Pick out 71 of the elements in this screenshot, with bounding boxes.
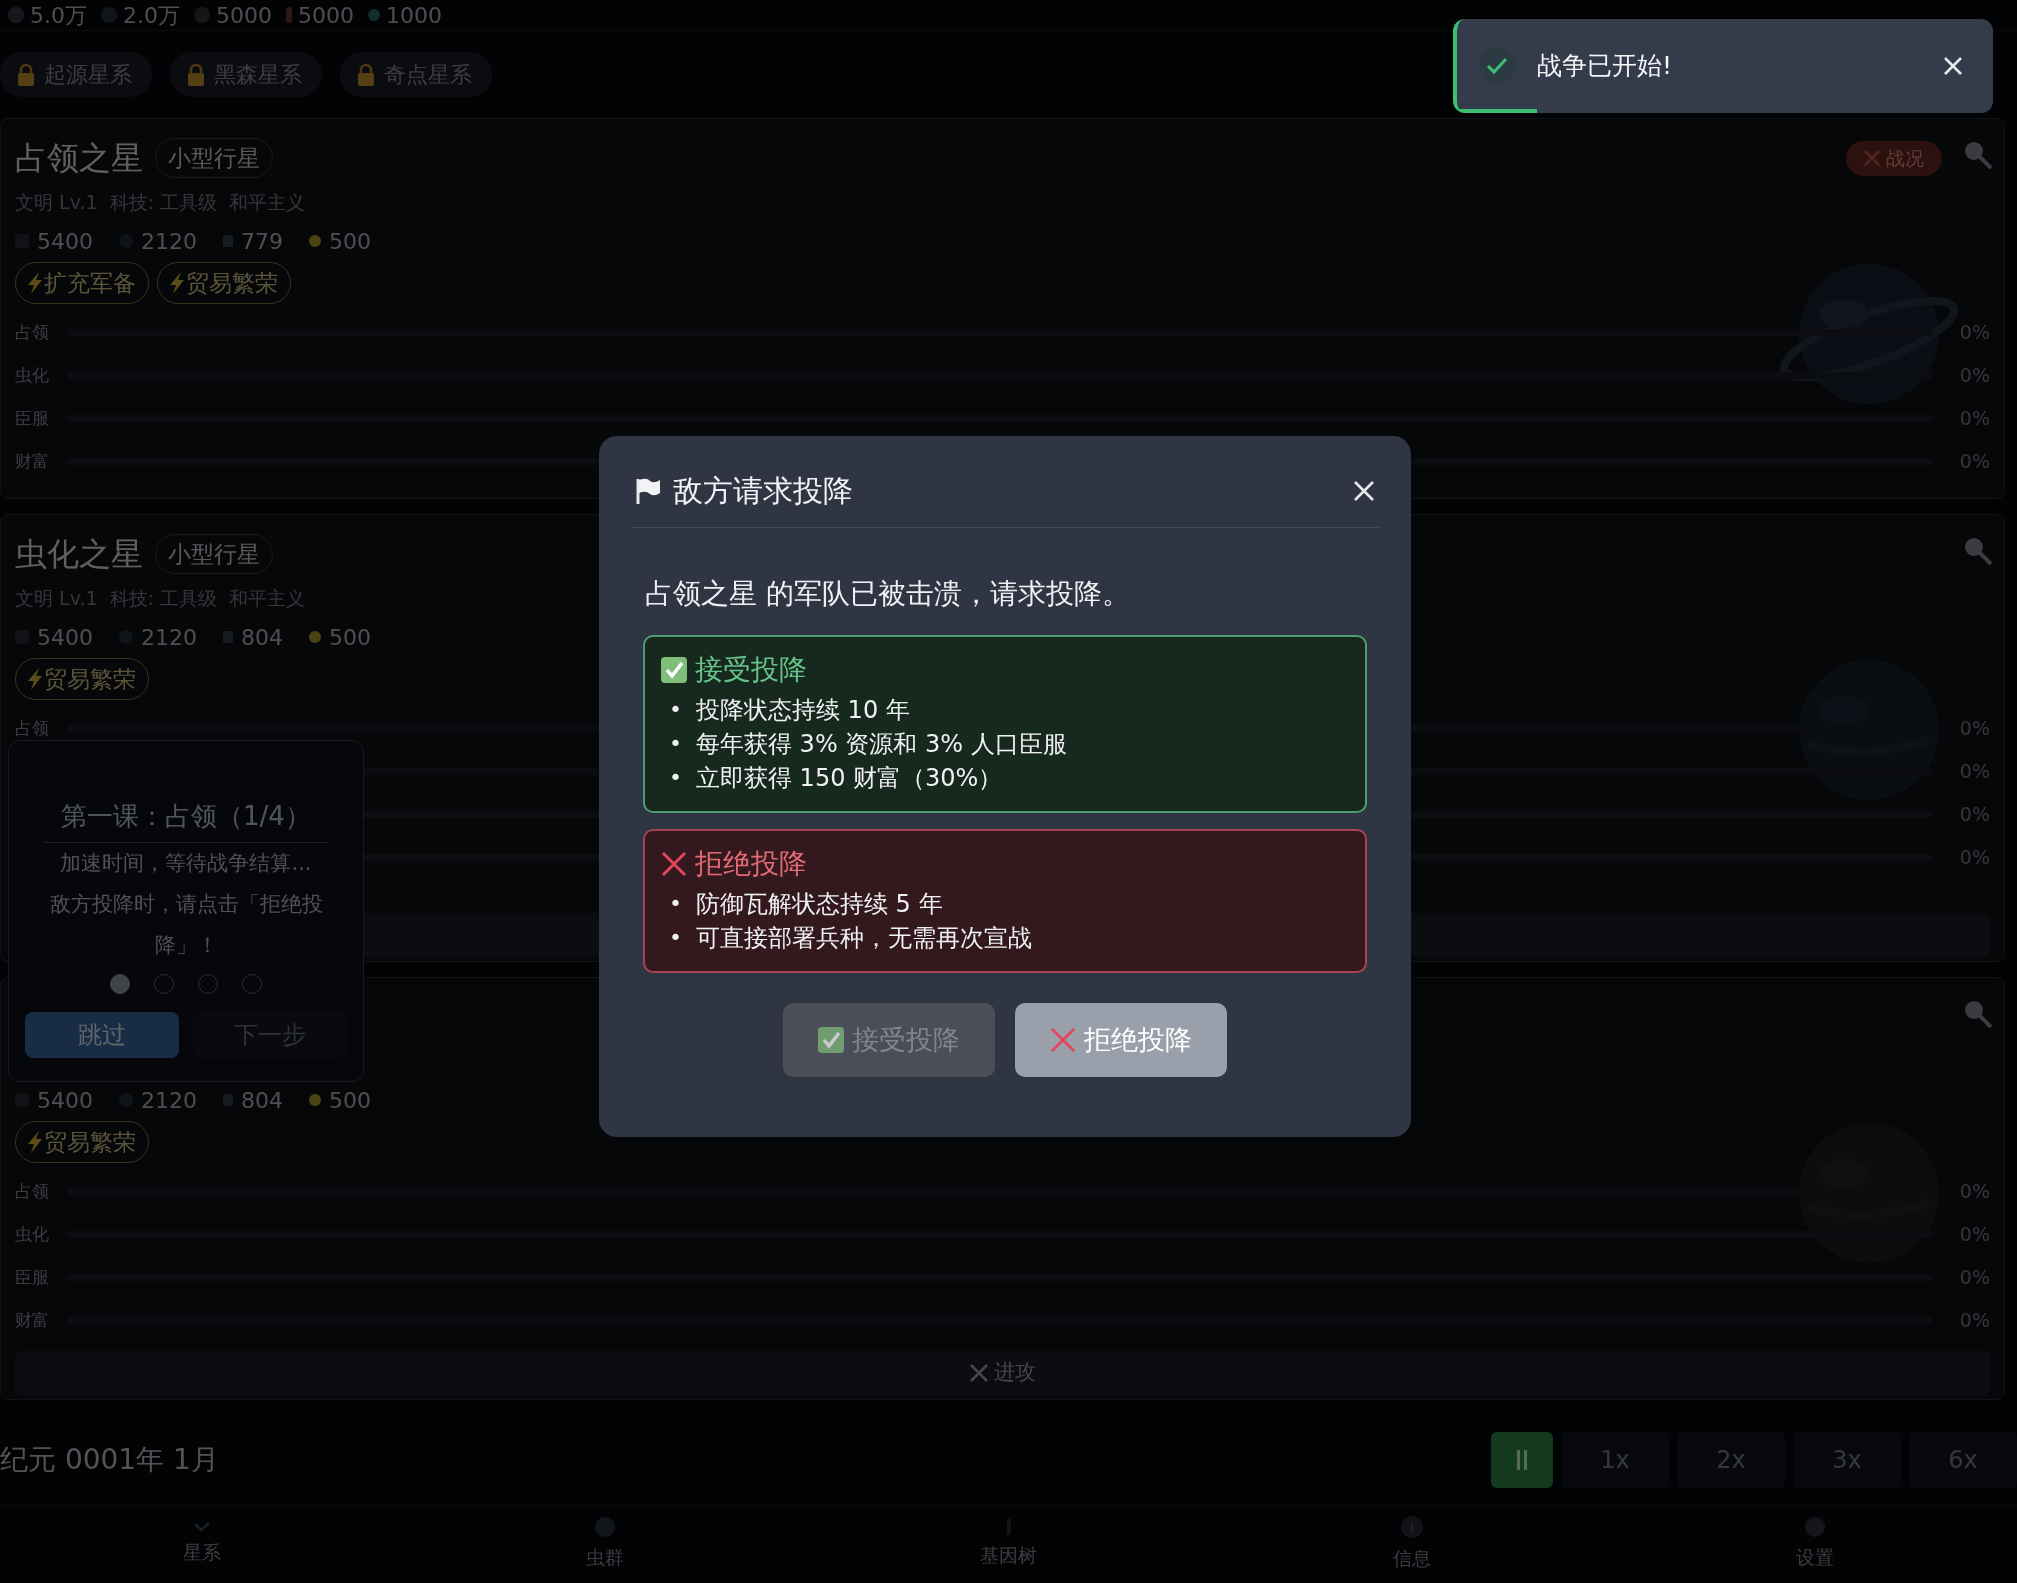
stat-value: 500 [329, 623, 371, 652]
search-icon[interactable] [1962, 139, 1992, 169]
check-icon [193, 1522, 210, 1533]
lightning-icon [170, 272, 184, 294]
nav-tab[interactable]: 设置 [1613, 1506, 2017, 1583]
resource-value: 5.0万 [30, 1, 87, 30]
resource-value: 5000 [298, 1, 354, 30]
lightning-icon [28, 668, 42, 690]
close-icon [1943, 56, 1963, 76]
nav-tab[interactable]: 基因树 [806, 1506, 1211, 1583]
bullet: • [669, 890, 682, 919]
tutorial-text: 加速时间，等待战争结算... [60, 850, 312, 877]
gem-icon [368, 9, 380, 21]
planet-name: 虫化之星 [15, 534, 143, 575]
stat-value: 500 [329, 1086, 371, 1115]
coin-icon [8, 7, 24, 23]
tutorial-text: 敌方投降时，请点击「拒绝投降」！ [48, 890, 324, 959]
bullet: • [669, 696, 682, 725]
stat-value: 2120 [141, 623, 197, 652]
attack-button[interactable]: 进攻 [15, 1351, 1990, 1395]
stat-value: 2120 [141, 1086, 197, 1115]
date-label: 纪元 0001年 1月 [0, 1442, 219, 1478]
dialog-title: 敌方请求投降 [673, 472, 853, 510]
lightning-icon [28, 1131, 42, 1153]
coin-icon [309, 631, 321, 643]
lightning-icon [28, 272, 42, 294]
toast-message: 战争已开始! [1537, 50, 1673, 83]
stat-value: 5400 [37, 227, 93, 256]
cross-icon [1050, 1027, 1076, 1054]
info-icon [1400, 1516, 1423, 1539]
bullet: • [669, 730, 682, 759]
stat-value: 804 [241, 1086, 283, 1115]
dialog-message: 占领之星 的军队已被击溃，请求投降。 [645, 576, 1131, 612]
resource-value: 5000 [216, 1, 272, 30]
nav-tab[interactable]: 虫群 [403, 1506, 807, 1583]
checkbox-icon [818, 1027, 844, 1054]
pause-icon [1516, 1449, 1528, 1471]
check-icon [1479, 48, 1515, 84]
option-point: 每年获得 3% 资源和 3% 人口臣服 [696, 729, 1067, 761]
stat-value: 804 [241, 623, 283, 652]
search-icon[interactable] [1962, 998, 1992, 1028]
resource-value: 2.0万 [123, 1, 180, 30]
bullet: • [669, 924, 682, 953]
nav-tab[interactable]: 信息 [1210, 1506, 1614, 1583]
checkbox-icon [661, 657, 687, 684]
resource-value: 1000 [386, 1, 442, 30]
skip-button[interactable]: 跳过 [25, 1011, 179, 1058]
cross-icon [661, 851, 687, 878]
option-point: 可直接部署兵种，无需再次宣战 [696, 923, 1032, 955]
bullet: • [669, 764, 682, 793]
stat-value: 2120 [141, 227, 197, 256]
close-icon [1353, 479, 1375, 502]
search-icon[interactable] [1962, 535, 1992, 565]
stat-value: 5400 [37, 1086, 93, 1115]
option-point: 立即获得 150 财富（30%） [696, 763, 1003, 795]
planet-name: 占领之星 [15, 138, 143, 179]
nav-tab[interactable]: 星系 [0, 1506, 404, 1583]
coin-icon [309, 235, 321, 247]
stat-value: 779 [241, 227, 283, 256]
reject-button[interactable]: 拒绝投降 [1015, 1003, 1227, 1078]
pause-button[interactable] [1491, 1432, 1553, 1488]
tutorial-title: 第一课：占领（1/4） [44, 797, 328, 843]
option-point: 防御瓦解状态持续 5 年 [696, 889, 943, 921]
bar-icon [286, 7, 292, 23]
stat-value: 500 [329, 227, 371, 256]
stat-value: 5400 [37, 623, 93, 652]
option-point: 投降状态持续 10 年 [696, 695, 910, 727]
option-title: 拒绝投降 [695, 846, 807, 883]
flag-icon [635, 476, 661, 505]
option-title: 接受投降 [695, 652, 807, 689]
coin-icon [309, 1094, 321, 1106]
